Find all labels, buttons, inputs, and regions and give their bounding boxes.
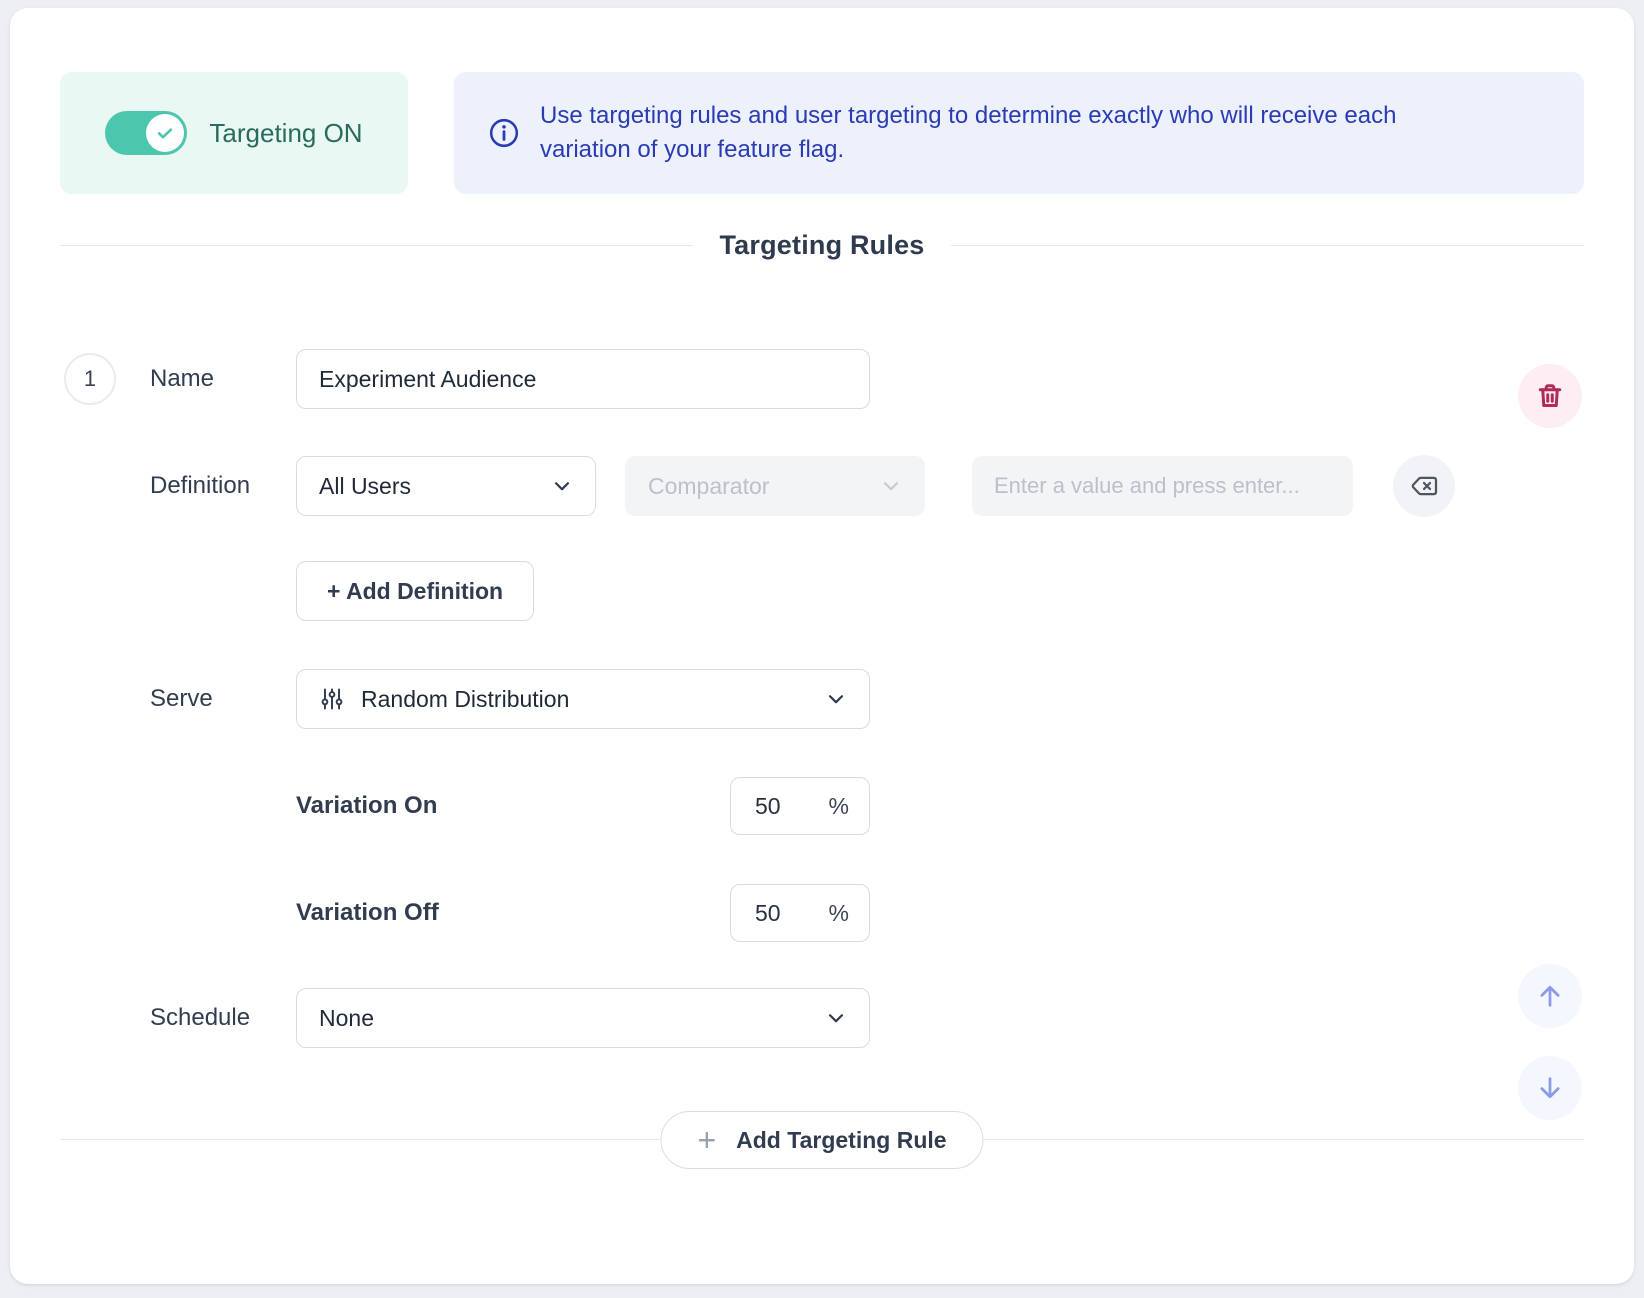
trash-icon	[1535, 381, 1565, 411]
definition-label: Definition	[150, 472, 296, 500]
top-row: Targeting ON Use targeting rules and use…	[60, 72, 1584, 194]
definition-value-input	[972, 456, 1353, 516]
targeting-panel: Targeting ON Use targeting rules and use…	[10, 8, 1634, 1284]
arrow-down-icon	[1535, 1073, 1565, 1103]
variation-on-label: Variation On	[296, 792, 730, 820]
add-targeting-rule-button[interactable]: + Add Targeting Rule	[660, 1111, 983, 1169]
chevron-down-icon	[880, 475, 902, 497]
audience-select[interactable]: All Users	[296, 456, 596, 516]
chevron-down-icon	[825, 688, 847, 710]
info-banner: Use targeting rules and user targeting t…	[454, 72, 1584, 194]
serve-select[interactable]: Random Distribution	[296, 669, 870, 729]
schedule-select[interactable]: None	[296, 988, 870, 1048]
schedule-select-value: None	[319, 1005, 374, 1032]
delete-rule-button[interactable]	[1518, 364, 1582, 428]
clear-definition-button[interactable]	[1393, 455, 1455, 517]
schedule-row: Schedule None	[60, 988, 1584, 1048]
check-icon	[155, 123, 175, 143]
section-header: Targeting Rules	[60, 230, 1584, 261]
variation-on-row: Variation On %	[60, 777, 1584, 835]
info-icon	[488, 117, 520, 149]
divider	[951, 245, 1584, 246]
move-rule-up-button[interactable]	[1518, 964, 1582, 1028]
targeting-toggle[interactable]	[105, 111, 187, 155]
serve-label: Serve	[150, 685, 296, 713]
plus-icon: +	[697, 1124, 716, 1156]
rule-name-input[interactable]	[296, 349, 870, 409]
comparator-placeholder: Comparator	[648, 473, 769, 500]
divider	[60, 245, 693, 246]
variation-off-value[interactable]	[755, 900, 813, 927]
percent-sign: %	[829, 793, 849, 820]
add-targeting-rule-label: Add Targeting Rule	[736, 1127, 946, 1154]
toggle-knob	[146, 114, 184, 152]
serve-row: Serve Random Distribution	[60, 669, 1584, 729]
move-rule-down-button[interactable]	[1518, 1056, 1582, 1120]
section-title: Targeting Rules	[719, 230, 924, 261]
targeting-rule: 1 Name Definition All Users Comparator	[60, 349, 1584, 1048]
chevron-down-icon	[825, 1007, 847, 1029]
variation-off-input[interactable]: %	[730, 884, 870, 942]
footer-divider: + Add Targeting Rule	[60, 1139, 1584, 1140]
arrow-up-icon	[1535, 981, 1565, 1011]
variation-off-row: Variation Off %	[60, 884, 1584, 942]
sliders-icon	[319, 686, 345, 712]
name-label: Name	[150, 365, 296, 393]
percent-sign: %	[829, 900, 849, 927]
targeting-status-box: Targeting ON	[60, 72, 408, 194]
variation-on-value[interactable]	[755, 793, 813, 820]
definition-row: Definition All Users Comparator	[60, 455, 1584, 517]
chevron-down-icon	[551, 475, 573, 497]
add-definition-row: + Add Definition	[60, 561, 1584, 621]
add-definition-button[interactable]: + Add Definition	[296, 561, 534, 621]
rule-number: 1	[64, 353, 116, 405]
info-banner-text: Use targeting rules and user targeting t…	[540, 99, 1490, 167]
backspace-icon	[1409, 471, 1439, 501]
targeting-status-label: Targeting ON	[209, 118, 362, 149]
comparator-select: Comparator	[625, 456, 925, 516]
variation-off-label: Variation Off	[296, 899, 730, 927]
name-row: 1 Name	[60, 349, 1584, 409]
serve-select-value: Random Distribution	[361, 686, 569, 713]
variation-on-input[interactable]: %	[730, 777, 870, 835]
audience-select-value: All Users	[319, 473, 411, 500]
schedule-label: Schedule	[150, 1004, 296, 1032]
